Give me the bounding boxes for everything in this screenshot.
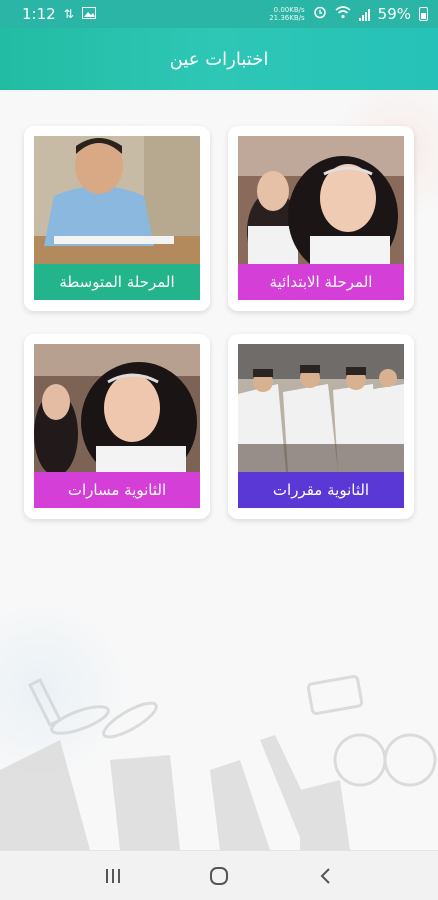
status-time: 1:12 [22, 5, 56, 23]
students-lab-photo [238, 344, 404, 472]
card-label: المرحلة المتوسطة [34, 264, 200, 300]
card-secondary-tracks[interactable]: الثانوية مسارات [24, 334, 210, 519]
sync-icon: ⇅ [63, 7, 74, 21]
page-title: اختبارات عين [169, 48, 269, 70]
status-right: 0.00KB/s 21.36KB/s 59% [269, 5, 428, 23]
boy-desk-photo [34, 136, 200, 264]
signal-icon [358, 8, 370, 21]
card-intermediate-stage[interactable]: المرحلة المتوسطة [24, 126, 210, 311]
girl-classroom-photo [238, 136, 404, 264]
card-label: الثانوية مقررات [238, 472, 404, 508]
battery-percent: 59% [377, 5, 411, 23]
card-primary-stage[interactable]: المرحلة الابتدائية [228, 126, 414, 311]
app-bar: اختبارات عين [0, 28, 438, 90]
card-label: المرحلة الابتدائية [238, 264, 404, 300]
system-nav-bar [0, 850, 438, 900]
back-icon[interactable] [305, 856, 345, 896]
card-secondary-courses[interactable]: الثانوية مقررات [228, 334, 414, 519]
network-speed: 0.00KB/s 21.36KB/s [269, 6, 305, 22]
alarm-icon [313, 5, 327, 23]
status-bar: 1:12 ⇅ 0.00KB/s 21.36KB/s 59% [0, 0, 438, 28]
girl-classroom-photo [34, 344, 200, 472]
content-area: المرحلة الابتدائية المرحلة المتوسطة الثا… [0, 90, 438, 850]
wifi-icon [335, 5, 351, 23]
recent-apps-icon[interactable] [93, 856, 133, 896]
stationery-background-image [0, 675, 437, 850]
card-label: الثانوية مسارات [34, 472, 200, 508]
image-icon [81, 5, 96, 23]
home-icon[interactable] [199, 856, 239, 896]
status-left: 1:12 ⇅ [22, 5, 96, 23]
battery-icon [419, 7, 428, 21]
